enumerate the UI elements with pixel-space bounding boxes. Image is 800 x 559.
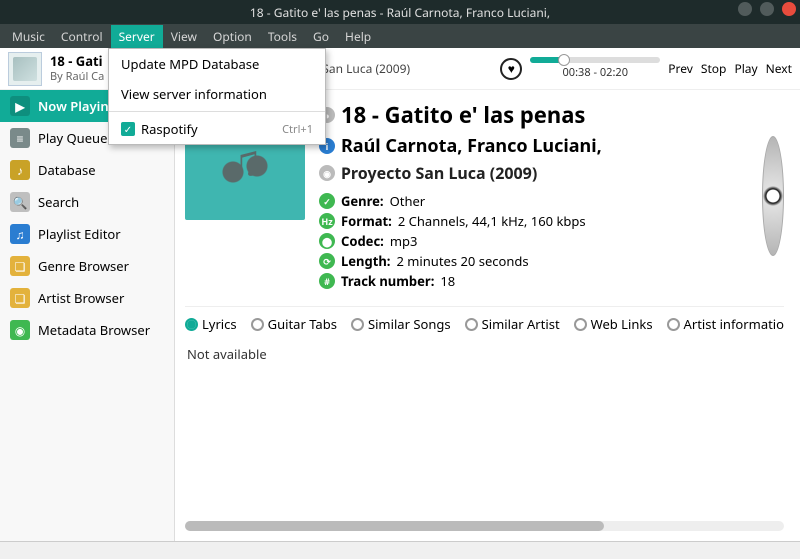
song-title: 18 - Gatito e' las penas <box>341 100 585 130</box>
menubar: MusicControlServerViewOptionToolsGoHelp <box>0 24 800 48</box>
format-icon: Hz <box>319 213 335 229</box>
menu-raspotify-toggle[interactable]: ✓ Raspotify Ctrl+1 <box>109 114 325 144</box>
radio-icon <box>667 318 680 331</box>
status-footer <box>0 541 800 559</box>
stop-button[interactable]: Stop <box>701 60 727 77</box>
sidebar-item-metadata-browser[interactable]: ◉ Metadata Browser <box>0 314 174 346</box>
radio-icon <box>185 318 198 331</box>
sidebar-item-label: Now Playin <box>38 97 109 115</box>
next-button[interactable]: Next <box>766 60 792 77</box>
sidebar-icon: ◉ <box>10 320 30 340</box>
checkbox-icon: ✓ <box>121 122 135 136</box>
mini-album-tail: San Luca (2009) <box>322 60 410 77</box>
sidebar-icon: ≡ <box>10 128 30 148</box>
minimize-icon[interactable] <box>738 2 752 16</box>
tab-artist-information[interactable]: Artist information <box>667 315 784 333</box>
favorite-icon[interactable]: ♥ <box>500 58 522 80</box>
sidebar-item-artist-browser[interactable]: ❏ Artist Browser <box>0 282 174 314</box>
disc-icon-large <box>762 136 784 256</box>
radio-icon <box>351 318 364 331</box>
progress-slider[interactable] <box>530 57 660 63</box>
menu-help[interactable]: Help <box>337 25 379 48</box>
horizontal-scrollbar[interactable] <box>185 521 784 531</box>
menu-tools[interactable]: Tools <box>260 25 305 48</box>
mini-song-info: 18 - Gati By Raúl Ca <box>50 54 104 83</box>
time-label: 00:38 - 02:20 <box>563 65 629 80</box>
sidebar-icon: ▶ <box>10 96 30 116</box>
sidebar-icon: ♫ <box>10 224 30 244</box>
trackno-icon: # <box>319 273 335 289</box>
sidebar-item-genre-browser[interactable]: ❏ Genre Browser <box>0 250 174 282</box>
tab-web-links[interactable]: Web Links <box>574 315 653 333</box>
radio-icon <box>251 318 264 331</box>
mini-title: 18 - Gati <box>50 54 104 70</box>
sidebar-item-search[interactable]: 🔍 Search <box>0 186 174 218</box>
sidebar-item-label: Database <box>38 161 96 179</box>
codec-icon: ⬤ <box>319 233 335 249</box>
sidebar-item-label: Playlist Editor <box>38 225 121 243</box>
prev-button[interactable]: Prev <box>668 60 693 77</box>
play-button[interactable]: Play <box>734 60 757 77</box>
titlebar: 18 - Gatito e' las penas - Raúl Carnota,… <box>0 0 800 24</box>
sidebar-icon: 🔍 <box>10 192 30 212</box>
song-artist: Raúl Carnota, Franco Luciani, <box>341 134 602 158</box>
tab-similar-artist[interactable]: Similar Artist <box>465 315 560 333</box>
menu-music[interactable]: Music <box>4 25 53 48</box>
tab-guitar-tabs[interactable]: Guitar Tabs <box>251 315 337 333</box>
tab-content: Not available <box>185 341 784 515</box>
menu-separator <box>109 111 325 112</box>
radio-icon <box>465 318 478 331</box>
sidebar-item-label: Play Queue <box>38 129 107 147</box>
sidebar-icon: ❏ <box>10 256 30 276</box>
menu-accel: Ctrl+1 <box>282 122 313 137</box>
menu-update-mpd[interactable]: Update MPD Database <box>109 49 325 79</box>
sidebar-item-label: Search <box>38 193 79 211</box>
tab-lyrics[interactable]: Lyrics <box>185 315 237 333</box>
menu-control[interactable]: Control <box>53 25 111 48</box>
window-title: 18 - Gatito e' las penas - Raúl Carnota,… <box>250 4 550 21</box>
sidebar-icon: ♪ <box>10 160 30 180</box>
sidebar-icon: ❏ <box>10 288 30 308</box>
server-menu-dropdown: Update MPD Database View server informat… <box>108 48 326 145</box>
menu-go[interactable]: Go <box>305 25 337 48</box>
info-tabs: Lyrics Guitar Tabs Similar Songs Similar Ar… <box>185 306 784 333</box>
genre-icon: ✓ <box>319 193 335 209</box>
sidebar-item-database[interactable]: ♪ Database <box>0 154 174 186</box>
menu-view-server-info[interactable]: View server information <box>109 79 325 109</box>
menu-option[interactable]: Option <box>205 25 260 48</box>
sidebar-item-playlist-editor[interactable]: ♫ Playlist Editor <box>0 218 174 250</box>
sidebar-item-label: Metadata Browser <box>38 321 150 339</box>
album-icon: ◉ <box>319 165 335 181</box>
menu-server[interactable]: Server <box>111 25 163 48</box>
main-pane: ♫ ◑18 - Gatito e' las penas iRaúl Carnot… <box>175 90 800 541</box>
menu-view[interactable]: View <box>163 25 205 48</box>
tab-similar-songs[interactable]: Similar Songs <box>351 315 451 333</box>
radio-icon <box>574 318 587 331</box>
sidebar: ▶ Now Playin ≡ Play Queue ♪ Database 🔍 Search ♫ P… <box>0 90 175 541</box>
maximize-icon[interactable] <box>760 2 774 16</box>
sidebar-item-label: Artist Browser <box>38 289 124 307</box>
mini-album-art[interactable] <box>8 52 42 86</box>
sidebar-item-label: Genre Browser <box>38 257 129 275</box>
close-icon[interactable] <box>782 2 796 16</box>
song-album: Proyecto San Luca (2009) <box>341 162 537 184</box>
length-icon: ⟳ <box>319 253 335 269</box>
